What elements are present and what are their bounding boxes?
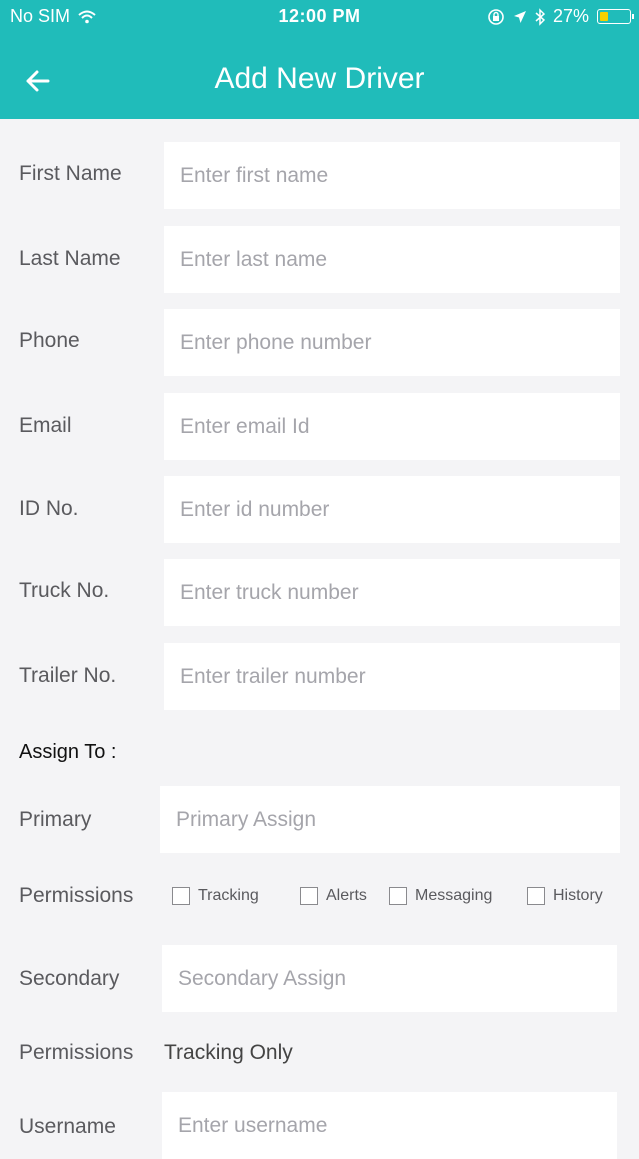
username-input[interactable]: [162, 1092, 617, 1159]
battery-percent: 27%: [552, 6, 589, 26]
alerts-checkbox[interactable]: Alerts: [300, 887, 367, 905]
navigation-bar: Add New Driver: [0, 46, 639, 116]
checkbox-box[interactable]: [172, 887, 190, 905]
history-option-label: History: [553, 887, 603, 904]
id-number-label: ID No.: [19, 497, 79, 520]
username-label: Username: [19, 1115, 116, 1138]
primary-permissions-label: Permissions: [19, 884, 134, 907]
alerts-option-label: Alerts: [326, 887, 367, 904]
page-title: Add New Driver: [214, 62, 425, 95]
phone-input[interactable]: [164, 309, 620, 376]
last-name-input[interactable]: [164, 226, 620, 293]
first-name-input[interactable]: [164, 142, 620, 209]
tracking-option-label: Tracking: [198, 887, 259, 904]
email-input[interactable]: [164, 393, 620, 460]
phone-label: Phone: [19, 329, 80, 352]
truck-number-label: Truck No.: [19, 579, 110, 602]
trailer-number-input[interactable]: [164, 643, 620, 710]
tracking-checkbox[interactable]: Tracking: [172, 887, 259, 905]
history-checkbox[interactable]: History: [527, 887, 603, 905]
battery-fill: [600, 12, 608, 21]
checkbox-box[interactable]: [300, 887, 318, 905]
email-label: Email: [19, 414, 72, 437]
secondary-label: Secondary: [19, 967, 120, 990]
primary-assign-input[interactable]: [160, 786, 620, 853]
bluetooth-icon: [535, 7, 545, 26]
secondary-permissions-label: Permissions: [19, 1041, 134, 1064]
trailer-number-label: Trailer No.: [19, 664, 117, 687]
truck-number-input[interactable]: [164, 559, 620, 626]
assign-to-heading: Assign To :: [19, 741, 117, 763]
checkbox-box[interactable]: [389, 887, 407, 905]
status-bar: No SIM 12:00 PM 27%: [0, 0, 639, 34]
secondary-permissions-value: Tracking Only: [164, 1041, 293, 1064]
location-arrow-icon: [513, 10, 526, 23]
messaging-checkbox[interactable]: Messaging: [389, 887, 492, 905]
rotation-lock-icon: [488, 8, 504, 25]
secondary-assign-input[interactable]: [162, 945, 617, 1012]
battery-icon: [597, 9, 634, 24]
first-name-label: First Name: [19, 162, 122, 185]
id-number-input[interactable]: [164, 476, 620, 543]
primary-label: Primary: [19, 808, 92, 831]
last-name-label: Last Name: [19, 247, 121, 270]
messaging-option-label: Messaging: [415, 887, 493, 904]
checkbox-box[interactable]: [527, 887, 545, 905]
app-header: No SIM 12:00 PM 27% Add New Driver: [0, 0, 639, 119]
